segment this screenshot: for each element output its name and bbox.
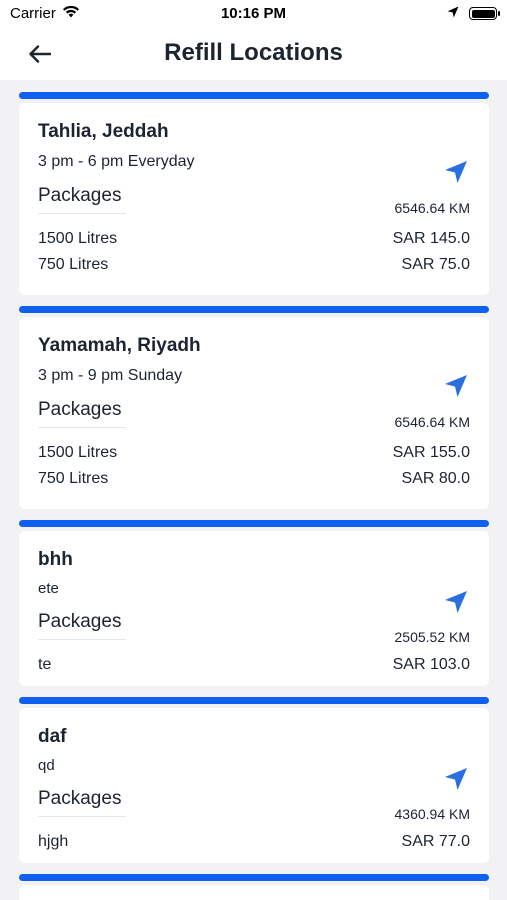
package-row: 1500 Litres SAR 155.0 <box>38 444 470 462</box>
location-name: Tahlia, Jeddah <box>38 121 169 142</box>
location-card[interactable]: Yamamah, Riyadh 3 pm - 9 pm Sunday Packa… <box>19 306 489 509</box>
navigation-arrow-icon[interactable] <box>443 373 469 399</box>
navigation-arrow-icon[interactable] <box>443 159 469 185</box>
package-row: 750 Litres SAR 80.0 <box>38 470 470 488</box>
location-services-icon <box>447 5 459 22</box>
package-price: SAR 75.0 <box>401 256 470 273</box>
package-row: te SAR 103.0 <box>38 656 470 674</box>
card-accent-bar <box>19 520 489 527</box>
package-price: SAR 80.0 <box>401 470 470 487</box>
packages-label: Packages <box>38 185 126 214</box>
package-name: 1500 Litres <box>38 230 118 247</box>
location-card[interactable]: daf qd Packages 4360.94 KM hjgh SAR 77.0 <box>19 697 489 863</box>
package-name: 1500 Litres <box>38 444 118 461</box>
locations-list[interactable]: Tahlia, Jeddah 3 pm - 6 pm Everyday Pack… <box>0 80 507 900</box>
card-accent-bar <box>19 306 489 313</box>
package-price: SAR 155.0 <box>392 444 470 461</box>
location-name: Yamamah, Riyadh <box>38 335 201 356</box>
package-price: SAR 103.0 <box>392 656 470 673</box>
packages-label: Packages <box>38 611 126 640</box>
location-name: bhh <box>38 549 73 570</box>
location-card[interactable]: bhh ete Packages 2505.52 KM te SAR 103.0 <box>19 520 489 686</box>
package-name: 750 Litres <box>38 256 109 273</box>
package-price: SAR 145.0 <box>392 230 470 247</box>
location-name: daf <box>38 726 67 747</box>
package-row: 750 Litres SAR 75.0 <box>38 256 470 274</box>
card-accent-bar <box>19 874 489 881</box>
package-row: 1500 Litres SAR 145.0 <box>38 230 470 248</box>
battery-icon <box>469 7 500 20</box>
status-time: 10:16 PM <box>220 5 287 22</box>
card-accent-bar <box>19 697 489 704</box>
navigation-arrow-icon[interactable] <box>443 589 469 615</box>
navigation-arrow-icon[interactable] <box>443 766 469 792</box>
location-card-body: bhh ete Packages 2505.52 KM te SAR 103.0 <box>19 531 489 686</box>
location-card[interactable]: Tahlia, Jeddah 3 pm - 6 pm Everyday Pack… <box>19 92 489 295</box>
card-accent-bar <box>19 92 489 99</box>
distance-label: 4360.94 KM <box>394 806 471 822</box>
location-card-body: daf qd Packages 4360.94 KM hjgh SAR 77.0 <box>19 708 489 863</box>
distance-label: 6546.64 KM <box>394 200 471 216</box>
location-card[interactable] <box>19 874 489 900</box>
package-price: SAR 77.0 <box>401 833 470 850</box>
page-title: Refill Locations <box>164 39 343 66</box>
status-bar: Carrier 10:16 PM <box>0 0 507 28</box>
location-hours: ete <box>38 580 59 597</box>
distance-label: 2505.52 KM <box>394 629 471 645</box>
package-row: hjgh SAR 77.0 <box>38 833 470 851</box>
location-hours: 3 pm - 9 pm Sunday <box>38 367 183 384</box>
package-name: hjgh <box>38 833 69 850</box>
location-hours: qd <box>38 757 55 774</box>
package-name: te <box>38 656 52 673</box>
distance-label: 6546.64 KM <box>394 414 471 430</box>
location-card-body: Yamamah, Riyadh 3 pm - 9 pm Sunday Packa… <box>19 317 489 509</box>
location-card-body <box>19 885 489 900</box>
packages-label: Packages <box>38 399 126 428</box>
nav-bar: Refill Locations <box>0 28 507 80</box>
status-right <box>447 5 500 22</box>
package-name: 750 Litres <box>38 470 109 487</box>
packages-label: Packages <box>38 788 126 817</box>
location-hours: 3 pm - 6 pm Everyday <box>38 153 195 170</box>
location-card-body: Tahlia, Jeddah 3 pm - 6 pm Everyday Pack… <box>19 103 489 295</box>
